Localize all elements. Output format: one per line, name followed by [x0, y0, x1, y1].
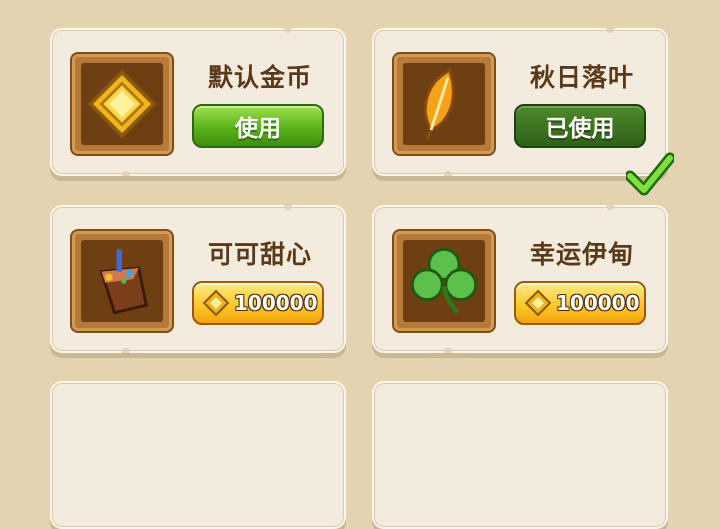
item-name: 可可甜心: [207, 240, 312, 269]
autumn-leaf-icon: [424, 68, 455, 141]
skin-card-cocoa-sweet: 可可甜心 100000: [50, 205, 346, 353]
item-name: 秋日落叶: [529, 63, 634, 92]
item-name: 默认金币: [207, 63, 312, 92]
item-icon-frame: [72, 54, 172, 154]
buy-button[interactable]: 100000: [192, 281, 324, 325]
skin-card-partial: [372, 381, 668, 529]
item-icon-frame: [394, 54, 494, 154]
item-icon-frame: [394, 231, 494, 331]
buy-button[interactable]: 100000: [514, 281, 646, 325]
use-button[interactable]: 使用: [192, 104, 324, 148]
clover-icon: [410, 247, 478, 315]
coin-icon: [524, 289, 552, 317]
in-use-button[interactable]: 已使用: [514, 104, 646, 148]
price-label: 100000: [234, 291, 318, 315]
skin-card-lucky-eden: 幸运伊甸 100000: [372, 205, 668, 353]
gold-coin-icon: [87, 69, 157, 139]
item-name: 幸运伊甸: [529, 240, 634, 269]
skin-card-autumn-leaf: 秋日落叶 已使用: [372, 28, 674, 196]
coin-icon: [202, 289, 230, 317]
price-label: 100000: [556, 291, 640, 315]
cocoa-cake-icon: [99, 249, 148, 315]
skin-card-partial: [50, 381, 346, 529]
item-icon-frame: [72, 231, 172, 331]
skin-card-default-coin: 默认金币 使用: [50, 28, 346, 176]
checkmark-icon: [626, 152, 674, 196]
